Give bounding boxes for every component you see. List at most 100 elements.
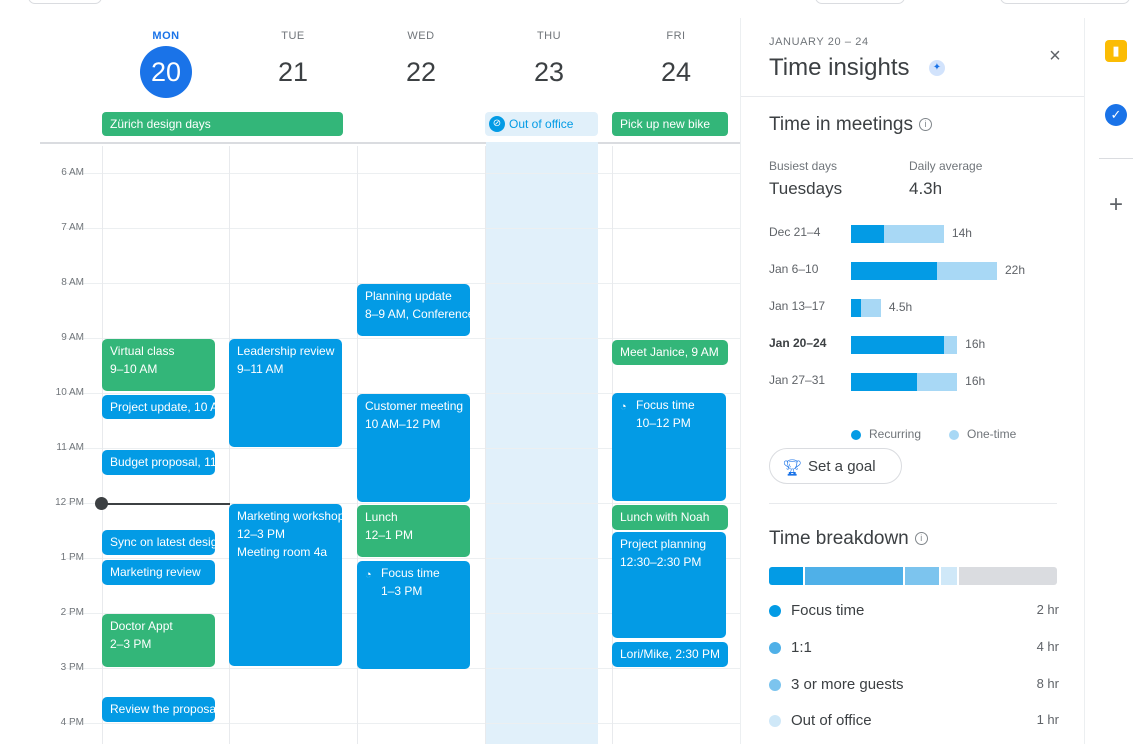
view-switcher[interactable] xyxy=(815,0,905,4)
event-time: 10–12 PM xyxy=(636,416,691,430)
event-sync[interactable]: Sync on latest design xyxy=(102,530,215,555)
event-meet-janice[interactable]: Meet Janice, 9 AM xyxy=(612,340,728,365)
event-doctor-appt[interactable]: Doctor Appt 2–3 PM xyxy=(102,614,215,667)
segment-one-on-one[interactable] xyxy=(805,567,903,585)
event-time: 12–1 PM xyxy=(365,528,414,542)
panel-title: Time insights xyxy=(769,54,910,81)
event-lori-mike[interactable]: Lori/Mike, 2:30 PM xyxy=(612,642,728,667)
event-planning-update[interactable]: Planning update 8–9 AM, Conference room xyxy=(357,284,470,336)
event-virtual-class[interactable]: Virtual class 9–10 AM xyxy=(102,339,215,391)
segment-three-or-more[interactable] xyxy=(905,567,939,585)
event-title: Lunch xyxy=(365,510,398,524)
category-name: 1:1 xyxy=(791,639,812,656)
day-divider xyxy=(485,146,486,744)
focus-icon: ◔ xyxy=(365,569,372,581)
event-customer-meeting[interactable]: Customer meeting 10 AM–12 PM xyxy=(357,394,470,502)
keep-icon[interactable]: ▮ xyxy=(1105,40,1127,62)
event-time: 1–3 PM xyxy=(381,584,423,598)
day-header-wed[interactable]: WED 22 xyxy=(357,30,485,98)
week-bar-row[interactable]: Jan 6–10 22h xyxy=(769,260,1059,280)
info-icon[interactable]: i xyxy=(918,118,932,132)
event-project-planning[interactable]: Project planning 12:30–2:30 PM xyxy=(612,532,726,638)
week-bar-row[interactable]: Dec 21–4 14h xyxy=(769,223,1059,243)
section-heading-breakdown: Time breakdown i xyxy=(769,528,928,550)
event-location: Meeting room 4a xyxy=(237,545,328,559)
day-number[interactable]: 22 xyxy=(395,46,447,98)
week-value: 16h xyxy=(965,374,986,388)
day-number[interactable]: 23 xyxy=(523,46,575,98)
event-title: Project update, 10 AM xyxy=(110,400,215,414)
day-number[interactable]: 21 xyxy=(267,46,319,98)
hour-label: 6 AM xyxy=(61,167,84,178)
segment-out-of-office[interactable] xyxy=(941,567,957,585)
event-lunch[interactable]: Lunch 12–1 PM xyxy=(357,505,470,557)
breakdown-row-one-on-one[interactable]: 1:1 4 hr xyxy=(769,637,1059,659)
event-leadership-review[interactable]: Leadership review 9–11 AM xyxy=(229,339,342,447)
category-name: 3 or more guests xyxy=(791,676,904,693)
event-title: Customer meeting xyxy=(365,399,464,413)
event-title: Lori/Mike, 2:30 PM xyxy=(620,647,721,661)
event-time: 12–3 PM xyxy=(237,527,286,541)
category-name: Focus time xyxy=(791,602,865,619)
event-project-update[interactable]: Project update, 10 AM xyxy=(102,395,215,419)
hour-label: 4 PM xyxy=(60,717,84,728)
tasks-icon[interactable]: ✓ xyxy=(1105,104,1127,126)
event-title: Project planning xyxy=(620,537,707,551)
category-hours: 2 hr xyxy=(1036,602,1059,617)
section-title: Time in meetings xyxy=(769,114,913,135)
day-header-fri[interactable]: FRI 24 xyxy=(612,30,740,98)
hour-label: 1 PM xyxy=(60,552,84,563)
day-number[interactable]: 24 xyxy=(650,46,702,98)
divider xyxy=(769,503,1057,504)
week-value: 22h xyxy=(1005,263,1026,277)
section-title: Time breakdown xyxy=(769,528,909,549)
allday-event-pickup[interactable]: Pick up new bike xyxy=(612,112,728,136)
legend-recurring: Recurring xyxy=(851,427,921,441)
week-bar xyxy=(851,373,958,391)
allday-event-out-of-office[interactable]: ⊘ Out of office xyxy=(485,112,598,136)
event-title: Virtual class xyxy=(110,344,175,358)
dot-icon xyxy=(769,642,781,654)
event-focus-time-wed[interactable]: ◔ Focus time 1–3 PM xyxy=(357,561,470,669)
event-review-proposal[interactable]: Review the proposal xyxy=(102,697,215,722)
day-header-mon[interactable]: MON 20 xyxy=(102,30,230,98)
plus-icon[interactable]: + xyxy=(1105,193,1127,217)
day-number[interactable]: 20 xyxy=(140,46,192,98)
close-icon[interactable]: × xyxy=(1045,46,1065,66)
recurring-bar xyxy=(851,262,938,280)
info-badge-icon[interactable]: ✦ xyxy=(929,60,945,76)
event-title: Sync on latest design xyxy=(110,535,215,549)
info-icon[interactable]: i xyxy=(914,532,928,546)
event-title: Doctor Appt xyxy=(110,619,173,633)
week-bar-row[interactable]: Jan 20–24 16h xyxy=(769,334,1059,354)
allday-event-zurich[interactable]: Zürich design days xyxy=(102,112,343,136)
event-time: 9–11 AM xyxy=(237,362,284,376)
day-header-tue[interactable]: TUE 21 xyxy=(229,30,357,98)
hour-line xyxy=(66,228,740,229)
event-title: Leadership review xyxy=(237,344,335,358)
rail-divider xyxy=(1099,158,1133,159)
day-header-thu[interactable]: THU 23 xyxy=(485,30,613,98)
week-bar-row[interactable]: Jan 13–17 4.5h xyxy=(769,297,1059,317)
week-bar xyxy=(851,225,944,243)
busiest-days-value: Tuesdays xyxy=(769,179,843,198)
event-focus-time-fri[interactable]: ◔ Focus time 10–12 PM xyxy=(612,393,726,501)
event-lunch-with-noah[interactable]: Lunch with Noah xyxy=(612,505,728,530)
breakdown-row-out-of-office[interactable]: Out of office 1 hr xyxy=(769,710,1059,732)
event-marketing-workshop[interactable]: Marketing workshop 12–3 PM Meeting room … xyxy=(229,504,342,666)
week-bar-row[interactable]: Jan 27–31 16h xyxy=(769,371,1059,391)
segment-focus-time[interactable] xyxy=(769,567,803,585)
week-label: Jan 27–31 xyxy=(769,373,826,387)
busiest-days-label: Busiest days xyxy=(769,159,838,173)
button-label: Set a goal xyxy=(808,458,876,475)
account-area[interactable] xyxy=(1000,0,1130,4)
breakdown-row-three-or-more[interactable]: 3 or more guests 8 hr xyxy=(769,674,1059,696)
event-marketing-review[interactable]: Marketing review xyxy=(102,560,215,585)
set-goal-button[interactable]: 🏆︎ Set a goal xyxy=(769,448,902,484)
event-budget-proposal[interactable]: Budget proposal, 11 AM xyxy=(102,450,215,475)
breakdown-row-focus-time[interactable]: Focus time 2 hr xyxy=(769,600,1059,622)
hour-label: 11 AM xyxy=(56,442,84,453)
hour-label: 9 AM xyxy=(61,332,84,343)
daily-average-value: 4.3h xyxy=(909,179,943,198)
day-of-week: THU xyxy=(536,30,562,42)
